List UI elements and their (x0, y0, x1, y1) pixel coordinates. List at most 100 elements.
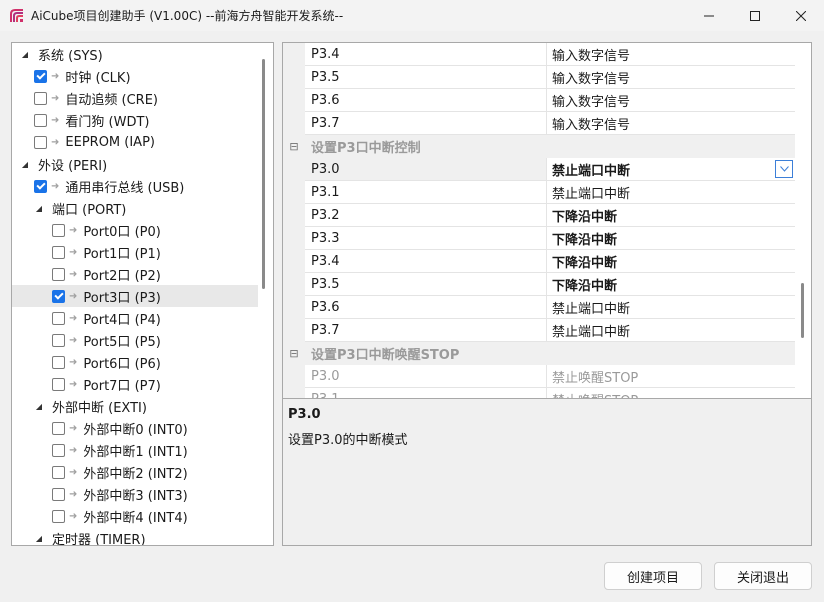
property-value[interactable]: 禁止唤醒STOP (547, 388, 795, 399)
tree-item-label: 外部中断2 (INT2) (83, 466, 188, 482)
tree-checkbox[interactable] (52, 421, 65, 435)
tree-checkbox[interactable] (52, 487, 65, 501)
collapse-icon[interactable]: ⊟ (283, 140, 305, 153)
expand-arrow-icon[interactable]: ◢ (34, 204, 44, 213)
arrow-right-icon: ➜ (69, 356, 78, 368)
tree-checkbox[interactable] (34, 69, 47, 83)
tree-checkbox[interactable] (52, 245, 65, 259)
tree-item[interactable]: ➜ 外部中断2 (INT2) (12, 461, 258, 483)
property-name: P3.1 (305, 181, 547, 203)
tree-item[interactable]: ➜ Port2口 (P2) (12, 263, 258, 285)
tree-checkbox[interactable] (52, 223, 65, 237)
expand-arrow-icon[interactable]: ◢ (20, 160, 30, 169)
property-name: P3.0 (305, 158, 547, 180)
grid-row[interactable]: P3.7 禁止端口中断 (305, 319, 795, 342)
tree-checkbox[interactable] (34, 135, 47, 149)
tree-checkbox[interactable] (52, 355, 65, 369)
tree-item[interactable]: ➜ 看门狗 (WDT) (12, 109, 258, 131)
grid-category[interactable]: ⊟ 设置P3口中断控制 (283, 135, 795, 158)
close-button[interactable] (778, 0, 824, 31)
arrow-right-icon: ➜ (69, 510, 78, 522)
grid-row[interactable]: P3.2 下降沿中断 (305, 204, 795, 227)
expand-arrow-icon[interactable]: ◢ (20, 50, 30, 59)
property-value[interactable]: 输入数字信号 (547, 43, 795, 65)
property-value[interactable]: 输入数字信号 (547, 66, 795, 88)
tree-item[interactable]: ➜ 外部中断4 (INT4) (12, 505, 258, 527)
grid-row[interactable]: P3.4 输入数字信号 (305, 43, 795, 66)
minimize-button[interactable] (686, 0, 732, 31)
tree-item[interactable]: ◢ 端口 (PORT) (12, 197, 258, 219)
chevron-down-icon[interactable] (775, 160, 793, 178)
tree-item[interactable]: ➜ Port3口 (P3) (12, 285, 258, 307)
property-value[interactable]: 禁止端口中断 (547, 319, 795, 341)
tree-scrollbar[interactable] (262, 59, 265, 289)
tree-item[interactable]: ◢ 系统 (SYS) (12, 43, 258, 65)
tree-item[interactable]: ➜ 自动追频 (CRE) (12, 87, 258, 109)
grid-row[interactable]: P3.1 禁止端口中断 (305, 181, 795, 204)
property-value[interactable]: 禁止端口中断 (547, 181, 795, 203)
tree-checkbox[interactable] (34, 113, 47, 127)
property-value[interactable]: 禁止唤醒STOP (547, 365, 795, 387)
arrow-right-icon: ➜ (69, 334, 78, 346)
property-grid[interactable]: P3.4 输入数字信号 P3.5 输入数字信号 P3.6 输入数字信号 P3.7 输入数字信号… (282, 42, 812, 398)
tree-item[interactable]: ◢ 外部中断 (EXTI) (12, 395, 258, 417)
expand-arrow-icon[interactable]: ◢ (34, 534, 44, 543)
property-value[interactable]: 下降沿中断 (547, 250, 795, 272)
property-value[interactable]: 输入数字信号 (547, 89, 795, 111)
tree-item[interactable]: ➜ Port1口 (P1) (12, 241, 258, 263)
tree-item[interactable]: ➜ EEPROM (IAP) (12, 131, 258, 153)
tree-checkbox[interactable] (52, 465, 65, 479)
grid-row[interactable]: P3.3 下降沿中断 (305, 227, 795, 250)
tree-checkbox[interactable] (34, 91, 47, 105)
property-name: P3.1 (305, 388, 547, 398)
tree-item[interactable]: ➜ Port6口 (P6) (12, 351, 258, 373)
grid-row[interactable]: P3.0 禁止端口中断 (305, 158, 795, 181)
property-value[interactable]: 下降沿中断 (547, 273, 795, 295)
grid-row[interactable]: P3.0 禁止唤醒STOP (305, 365, 795, 388)
tree-item[interactable]: ➜ 通用串行总线 (USB) (12, 175, 258, 197)
tree-item[interactable]: ➜ Port0口 (P0) (12, 219, 258, 241)
property-name: P3.4 (305, 43, 547, 65)
tree-checkbox[interactable] (52, 377, 65, 391)
property-name: P3.7 (305, 319, 547, 341)
peripheral-tree[interactable]: ◢ 系统 (SYS) ➜ 时钟 (CLK) ➜ 自动追频 (CRE) ➜ 看门狗 (WDT) ➜… (11, 42, 274, 546)
tree-item[interactable]: ➜ 外部中断0 (INT0) (12, 417, 258, 439)
property-value[interactable]: 下降沿中断 (547, 227, 795, 249)
grid-row[interactable]: P3.4 下降沿中断 (305, 250, 795, 273)
grid-row[interactable]: P3.6 输入数字信号 (305, 89, 795, 112)
tree-item[interactable]: ◢ 定时器 (TIMER) (12, 527, 258, 546)
tree-checkbox[interactable] (52, 509, 65, 523)
tree-checkbox[interactable] (52, 443, 65, 457)
grid-row[interactable]: P3.6 禁止端口中断 (305, 296, 795, 319)
tree-item-label: 外部中断4 (INT4) (83, 510, 188, 526)
tree-item[interactable]: ➜ 时钟 (CLK) (12, 65, 258, 87)
tree-checkbox[interactable] (52, 311, 65, 325)
tree-item[interactable]: ➜ 外部中断3 (INT3) (12, 483, 258, 505)
property-value[interactable]: 禁止端口中断 (547, 296, 795, 318)
close-exit-button[interactable]: 关闭退出 (714, 562, 812, 590)
grid-row[interactable]: P3.5 下降沿中断 (305, 273, 795, 296)
tree-item[interactable]: ➜ 外部中断1 (INT1) (12, 439, 258, 461)
grid-row[interactable]: P3.7 输入数字信号 (305, 112, 795, 135)
tree-checkbox[interactable] (52, 333, 65, 347)
tree-item-label: Port6口 (P6) (83, 356, 161, 372)
tree-item[interactable]: ➜ Port4口 (P4) (12, 307, 258, 329)
grid-row[interactable]: P3.1 禁止唤醒STOP (305, 388, 795, 398)
grid-category[interactable]: ⊟ 设置P3口中断唤醒STOP (283, 342, 795, 365)
create-project-button[interactable]: 创建项目 (604, 562, 702, 590)
property-value[interactable]: 禁止端口中断 (547, 158, 795, 180)
collapse-icon[interactable]: ⊟ (283, 347, 305, 360)
tree-checkbox[interactable] (52, 267, 65, 281)
tree-item[interactable]: ➜ Port7口 (P7) (12, 373, 258, 395)
grid-row[interactable]: P3.5 输入数字信号 (305, 66, 795, 89)
tree-checkbox[interactable] (52, 289, 65, 303)
tree-item[interactable]: ◢ 外设 (PERI) (12, 153, 258, 175)
tree-item[interactable]: ➜ Port5口 (P5) (12, 329, 258, 351)
property-value[interactable]: 输入数字信号 (547, 112, 795, 134)
tree-checkbox[interactable] (34, 179, 47, 193)
expand-arrow-icon[interactable]: ◢ (34, 402, 44, 411)
property-value[interactable]: 下降沿中断 (547, 204, 795, 226)
grid-scrollbar[interactable] (801, 283, 804, 338)
arrow-right-icon: ➜ (69, 224, 78, 236)
maximize-button[interactable] (732, 0, 778, 31)
